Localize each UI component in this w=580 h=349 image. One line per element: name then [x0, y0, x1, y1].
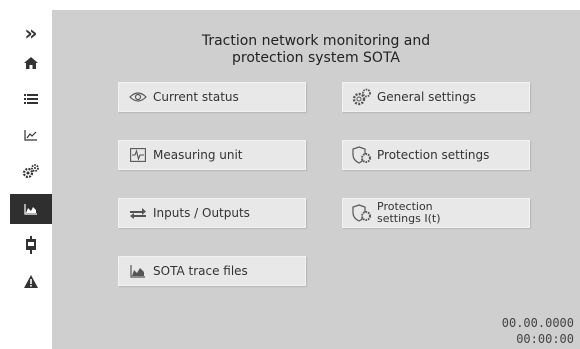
protection-settings-button[interactable]: Protection settings — [342, 140, 530, 170]
protection-settings-it-line2: settings I(t) — [377, 212, 441, 225]
trend-chart-icon — [24, 130, 37, 141]
expand-sidebar-button[interactable]: » — [10, 18, 52, 48]
current-status-button[interactable]: Current status — [118, 82, 306, 112]
waveform-icon — [127, 146, 149, 164]
protection-settings-it-button[interactable]: Protection settings I(t) — [342, 198, 530, 228]
device-icon — [26, 236, 36, 254]
page-title-line2: protection system SOTA — [232, 50, 400, 66]
sidebar-item-alarms[interactable] — [10, 266, 52, 296]
sota-trace-files-button[interactable]: SOTA trace files — [118, 256, 306, 286]
page-title: Traction network monitoring and protecti… — [52, 33, 580, 67]
double-chevron-icon: » — [24, 21, 38, 45]
date-display: 00.00.0000 — [501, 316, 574, 330]
sidebar: » — [10, 10, 52, 349]
main-panel: Traction network monitoring and protecti… — [52, 10, 580, 349]
page-title-line1: Traction network monitoring and — [201, 33, 431, 49]
warning-icon — [24, 274, 38, 288]
protection-settings-it-label: Protection settings I(t) — [377, 201, 441, 225]
gears-icon — [351, 88, 373, 106]
inputs-outputs-label: Inputs / Outputs — [153, 206, 250, 220]
inputs-outputs-button[interactable]: Inputs / Outputs — [118, 198, 306, 228]
protection-settings-label: Protection settings — [377, 148, 490, 162]
sidebar-item-area-chart[interactable] — [10, 194, 52, 224]
general-settings-button[interactable]: General settings — [342, 82, 530, 112]
sidebar-item-settings[interactable] — [10, 156, 52, 186]
sota-trace-files-label: SOTA trace files — [153, 264, 248, 278]
sidebar-item-list[interactable] — [10, 84, 52, 114]
area-chart-icon — [127, 262, 149, 280]
list-icon — [24, 94, 38, 104]
home-icon — [24, 57, 38, 69]
shield-gear-icon — [351, 146, 373, 164]
sidebar-item-trend[interactable] — [10, 120, 52, 150]
shield-gear-icon — [351, 204, 373, 222]
measuring-unit-label: Measuring unit — [153, 148, 243, 162]
current-status-label: Current status — [153, 90, 239, 104]
general-settings-label: General settings — [377, 90, 476, 104]
gears-icon — [22, 164, 39, 179]
exchange-arrows-icon — [127, 204, 149, 222]
sidebar-item-home[interactable] — [10, 48, 52, 78]
area-chart-icon — [24, 204, 37, 215]
time-display: 00:00:00 — [516, 332, 574, 346]
sidebar-item-device[interactable] — [10, 230, 52, 260]
eye-icon — [127, 88, 149, 106]
measuring-unit-button[interactable]: Measuring unit — [118, 140, 306, 170]
